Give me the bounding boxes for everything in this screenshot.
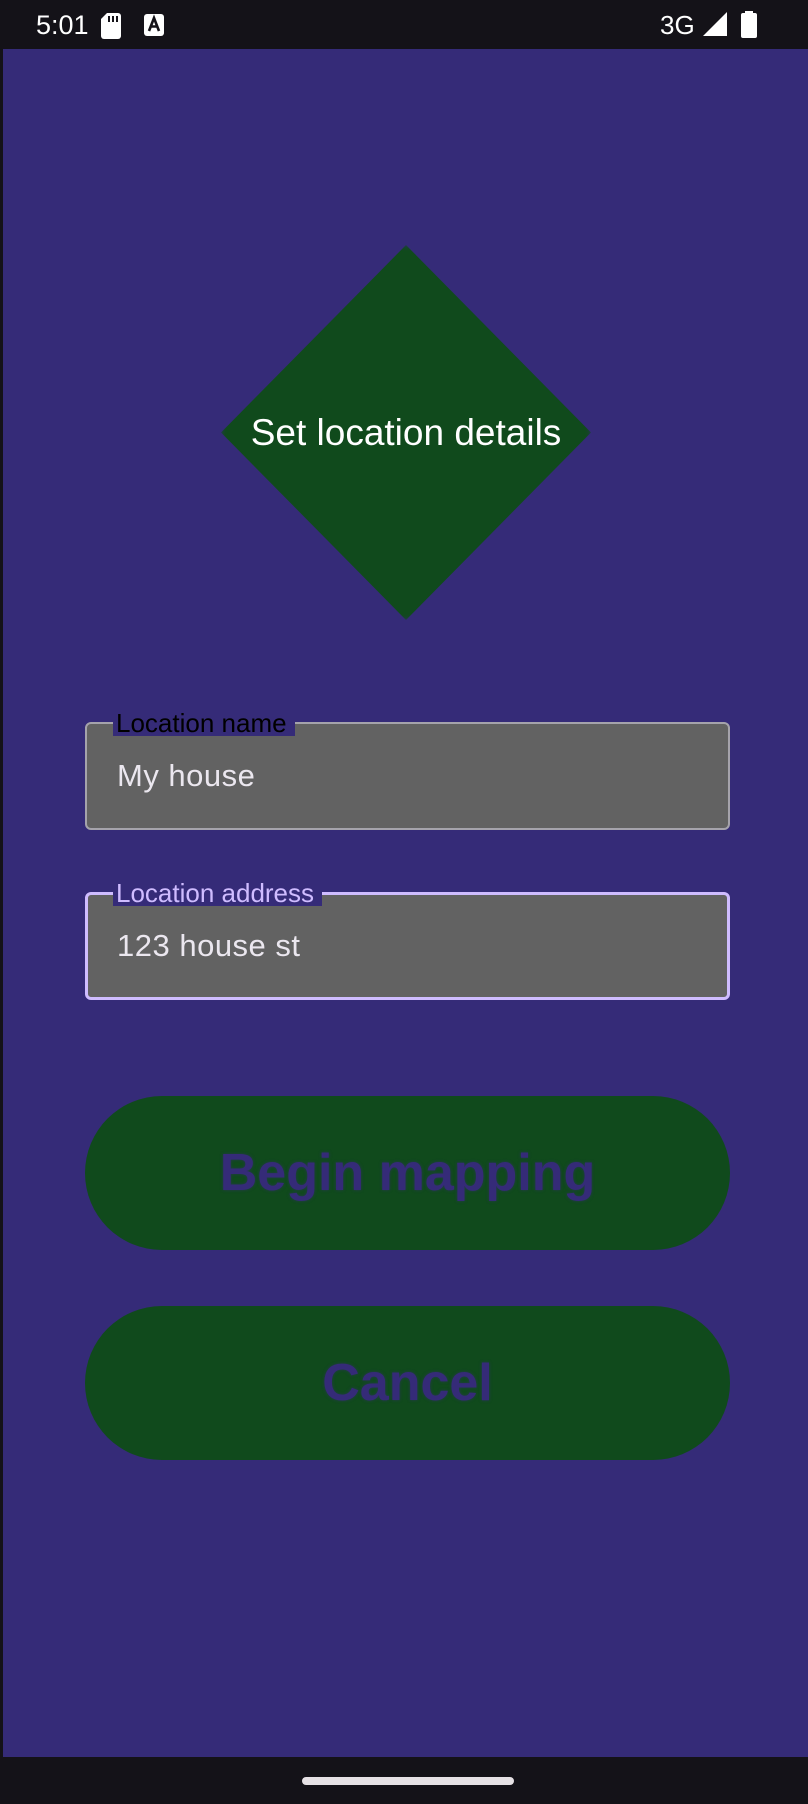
location-address-field[interactable]: Location address 123 house st <box>85 880 730 1000</box>
accessibility-a-icon <box>144 14 164 36</box>
home-gesture-handle[interactable] <box>302 1777 514 1785</box>
network-type: 3G <box>660 10 695 40</box>
page-title: Set location details <box>250 411 562 453</box>
location-name-field[interactable]: Location name My house <box>85 710 730 830</box>
location-address-label: Location address <box>113 880 323 906</box>
begin-mapping-button[interactable]: Begin mapping <box>85 1096 730 1250</box>
sd-card-icon <box>101 13 121 39</box>
status-time: 5:01 <box>36 10 89 40</box>
navigation-bar <box>0 1757 808 1804</box>
signal-icon <box>703 12 727 36</box>
location-name-label: Location name <box>113 710 295 736</box>
status-bar: 5:01 3G <box>0 0 808 49</box>
location-address-input[interactable]: 123 house st <box>117 928 301 964</box>
battery-icon <box>741 11 757 38</box>
header-badge: Set location details <box>221 245 591 620</box>
location-name-input[interactable]: My house <box>117 758 255 794</box>
cancel-button[interactable]: Cancel <box>85 1306 730 1460</box>
